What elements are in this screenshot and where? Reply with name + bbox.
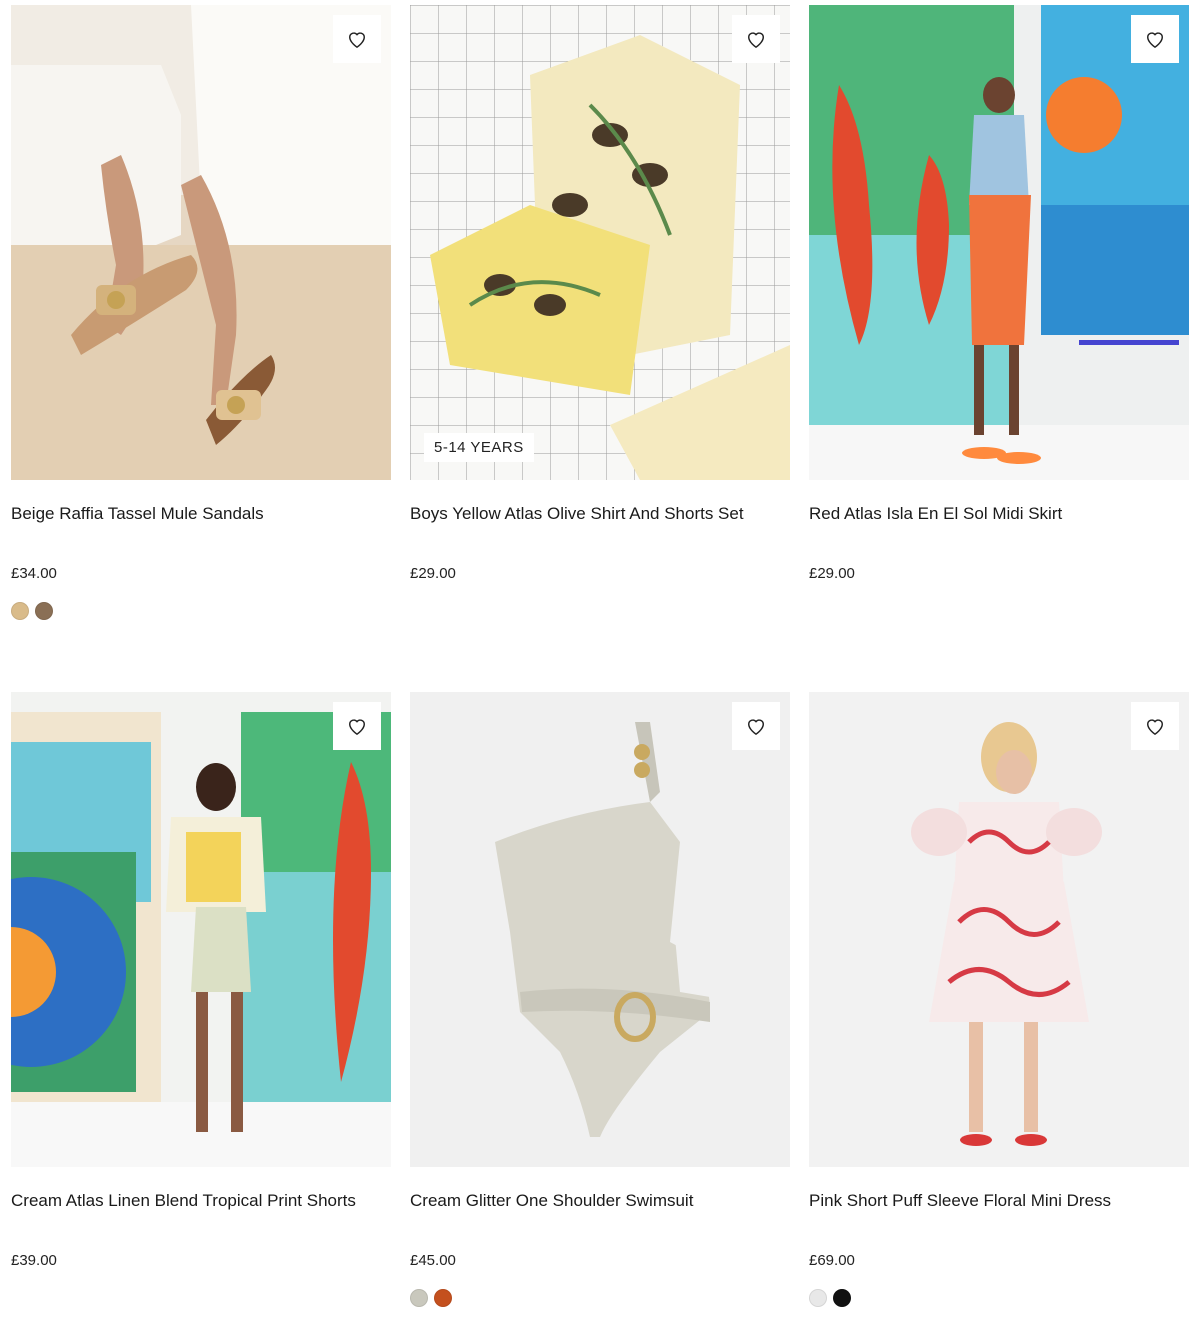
heart-outline-icon bbox=[348, 719, 366, 736]
color-swatch[interactable] bbox=[434, 1289, 452, 1307]
product-card[interactable]: 5-14 YEARS Boys Yellow Atlas Olive Shirt… bbox=[410, 5, 790, 584]
age-range-badge: 5-14 YEARS bbox=[424, 433, 534, 462]
color-swatch[interactable] bbox=[35, 602, 53, 620]
olive-set-photo bbox=[410, 5, 790, 480]
floral-dress-photo bbox=[809, 692, 1189, 1167]
color-swatch[interactable] bbox=[809, 1289, 827, 1307]
product-image[interactable] bbox=[11, 692, 391, 1167]
product-image[interactable] bbox=[809, 692, 1189, 1167]
wishlist-button[interactable] bbox=[1131, 15, 1179, 63]
product-price: £45.00 bbox=[410, 1252, 456, 1269]
color-swatches bbox=[809, 1289, 1189, 1309]
product-price: £29.00 bbox=[410, 565, 456, 582]
product-image[interactable] bbox=[809, 5, 1189, 480]
product-card[interactable]: Red Atlas Isla En El Sol Midi Skirt £29.… bbox=[809, 5, 1189, 584]
wishlist-button[interactable] bbox=[333, 702, 381, 750]
heart-outline-icon bbox=[747, 719, 765, 736]
heart-outline-icon bbox=[1146, 719, 1164, 736]
heart-outline-icon bbox=[348, 32, 366, 49]
color-swatch[interactable] bbox=[11, 602, 29, 620]
tropical-shorts-photo bbox=[11, 692, 391, 1167]
product-price: £39.00 bbox=[11, 1252, 57, 1269]
heart-outline-icon bbox=[1146, 32, 1164, 49]
product-image[interactable] bbox=[11, 5, 391, 480]
product-title[interactable]: Boys Yellow Atlas Olive Shirt And Shorts… bbox=[410, 503, 790, 525]
color-swatches bbox=[410, 1289, 790, 1309]
wishlist-button[interactable] bbox=[1131, 702, 1179, 750]
product-card[interactable]: Pink Short Puff Sleeve Floral Mini Dress… bbox=[809, 692, 1189, 1309]
product-card[interactable]: Cream Glitter One Shoulder Swimsuit £45.… bbox=[410, 692, 790, 1309]
product-price: £29.00 bbox=[809, 565, 855, 582]
product-card[interactable]: Cream Atlas Linen Blend Tropical Print S… bbox=[11, 692, 391, 1271]
product-price: £34.00 bbox=[11, 565, 57, 582]
sandals-photo bbox=[11, 5, 391, 480]
product-title[interactable]: Cream Glitter One Shoulder Swimsuit bbox=[410, 1190, 790, 1212]
product-card[interactable]: Beige Raffia Tassel Mule Sandals £34.00 bbox=[11, 5, 391, 622]
product-title[interactable]: Beige Raffia Tassel Mule Sandals bbox=[11, 503, 391, 525]
heart-outline-icon bbox=[747, 32, 765, 49]
wishlist-button[interactable] bbox=[333, 15, 381, 63]
color-swatch[interactable] bbox=[410, 1289, 428, 1307]
product-price: £69.00 bbox=[809, 1252, 855, 1269]
wishlist-button[interactable] bbox=[732, 15, 780, 63]
product-image[interactable]: 5-14 YEARS bbox=[410, 5, 790, 480]
color-swatches bbox=[11, 602, 391, 622]
product-title[interactable]: Cream Atlas Linen Blend Tropical Print S… bbox=[11, 1190, 391, 1212]
product-title[interactable]: Red Atlas Isla En El Sol Midi Skirt bbox=[809, 503, 1189, 525]
wishlist-button[interactable] bbox=[732, 702, 780, 750]
color-swatch[interactable] bbox=[833, 1289, 851, 1307]
swimsuit-photo bbox=[410, 692, 790, 1167]
midi-skirt-photo bbox=[809, 5, 1189, 480]
product-image[interactable] bbox=[410, 692, 790, 1167]
product-title[interactable]: Pink Short Puff Sleeve Floral Mini Dress bbox=[809, 1190, 1189, 1212]
